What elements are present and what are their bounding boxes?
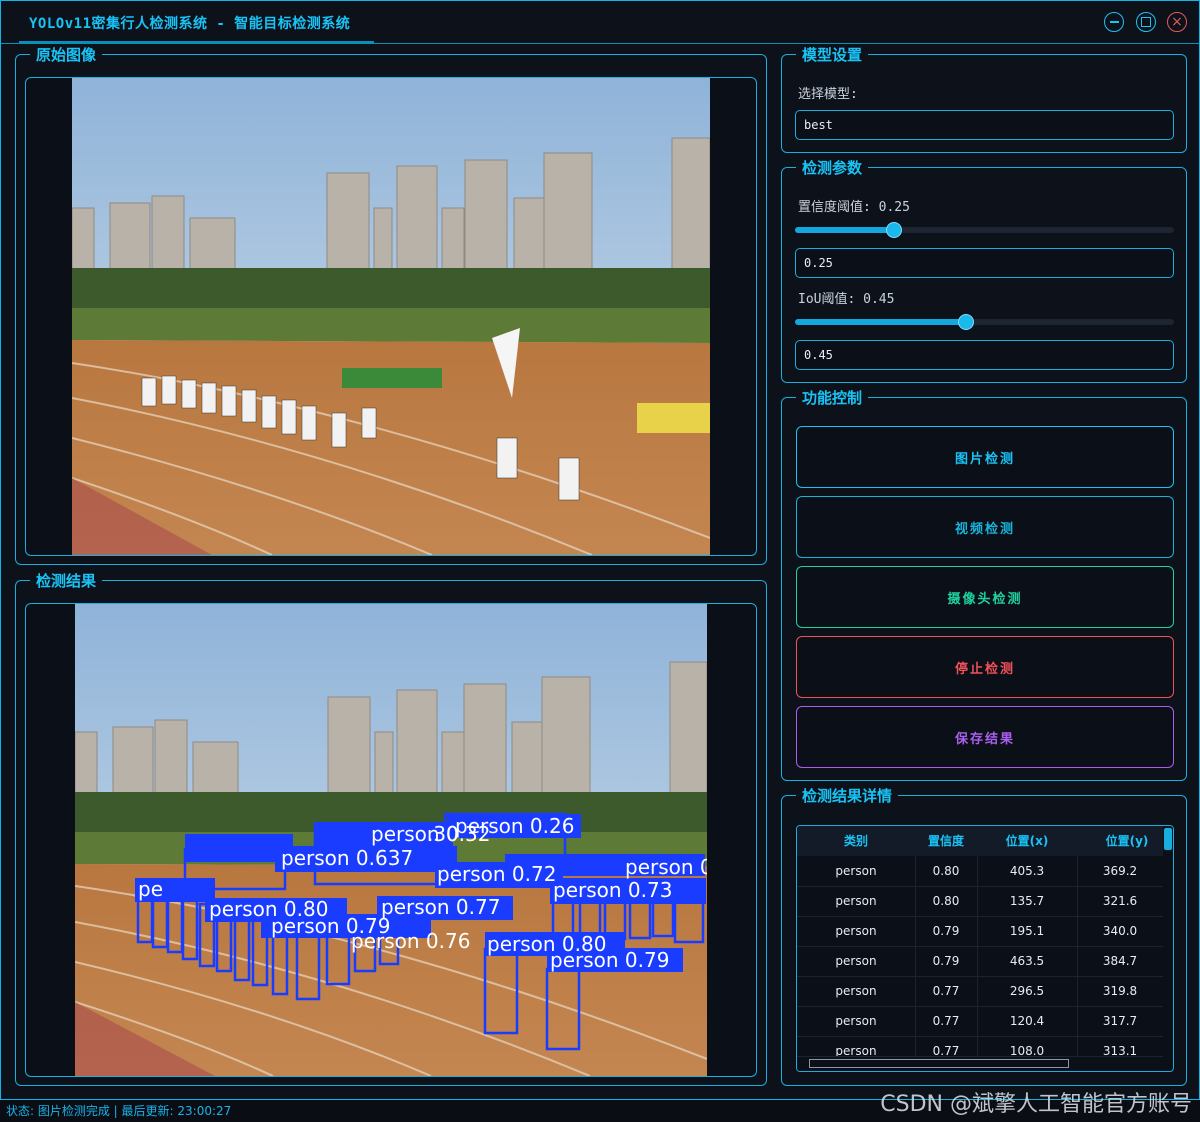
iou-slider-fill	[795, 319, 966, 325]
horizontal-scroll-thumb[interactable]	[809, 1059, 1069, 1068]
cell-pos-x: 296.5	[1009, 984, 1045, 998]
annotated-stadium-photo: person 0.26 person 0.32 .30 person 0.637…	[75, 604, 707, 1076]
cell-confidence: 0.80	[932, 894, 960, 908]
vertical-scroll-thumb[interactable]	[1164, 828, 1172, 850]
detection-result-title: 检测结果	[30, 570, 103, 591]
col-confidence[interactable]: 置信度	[915, 826, 977, 856]
det-label-13: pe	[138, 877, 163, 901]
original-image-frame	[25, 77, 757, 556]
iou-slider-handle[interactable]	[958, 314, 974, 330]
vertical-scrollbar[interactable]	[1163, 826, 1173, 1056]
detection-params-title: 检测参数	[796, 157, 869, 178]
det-label-4: person 0.637	[281, 846, 413, 870]
close-icon: ×	[1171, 14, 1183, 30]
cell-pos-y: 317.7	[1102, 1014, 1138, 1028]
col-pos-y[interactable]: 位置(y)	[1077, 826, 1173, 856]
minimize-icon	[1109, 21, 1119, 23]
window-title: YOLOv11密集行人检测系统 - 智能目标检测系统	[29, 16, 351, 32]
original-image-title: 原始图像	[30, 44, 103, 65]
camera-detect-button[interactable]: 摄像头检测	[796, 566, 1174, 628]
title-bar: YOLOv11密集行人检测系统 - 智能目标检测系统 ×	[1, 1, 1199, 44]
cell-pos-x: 195.1	[1009, 924, 1045, 938]
title-underline	[19, 41, 374, 43]
table-row[interactable]: person 0.80 135.7 321.6	[797, 886, 1163, 917]
cell-pos-x: 120.4	[1009, 1014, 1045, 1028]
cell-confidence: 0.79	[932, 954, 960, 968]
video-detect-button[interactable]: 视频检测	[796, 496, 1174, 558]
cell-class: person	[835, 954, 877, 968]
cell-class: person	[835, 924, 877, 938]
cell-confidence: 0.77	[932, 1014, 960, 1028]
cell-pos-x: 135.7	[1009, 894, 1045, 908]
result-details-title: 检测结果详情	[796, 785, 899, 806]
original-photo	[72, 78, 710, 555]
det-label-6: person 0.73	[553, 878, 672, 902]
cell-pos-y: 319.8	[1102, 984, 1138, 998]
cell-confidence: 0.79	[932, 924, 960, 938]
col-class[interactable]: 类别	[797, 826, 915, 856]
cell-class: person	[835, 1014, 877, 1028]
original-image-panel: 原始图像	[15, 44, 767, 565]
close-button[interactable]: ×	[1167, 12, 1187, 32]
det-label-5: person 0.72	[437, 862, 556, 886]
horizontal-scrollbar[interactable]	[797, 1056, 1163, 1071]
cell-class: person	[835, 894, 877, 908]
cell-confidence: 0.77	[932, 984, 960, 998]
cell-pos-x: 463.5	[1009, 954, 1045, 968]
function-controls-title: 功能控制	[796, 387, 869, 408]
det-label-9: person 0.77	[381, 895, 500, 919]
conf-slider[interactable]	[795, 222, 1174, 238]
iou-slider[interactable]	[795, 314, 1174, 330]
stadium-photo	[72, 78, 710, 555]
conf-slider-handle[interactable]	[886, 222, 902, 238]
watermark: CSDN @斌擎人工智能官方账号	[880, 1092, 1192, 1117]
table-row[interactable]: person 0.79 463.5 384.7	[797, 946, 1163, 977]
cell-pos-y: 369.2	[1102, 864, 1138, 878]
table-row[interactable]: person 0.77 120.4 317.7	[797, 1006, 1163, 1037]
save-results-button[interactable]: 保存结果	[796, 706, 1174, 768]
conf-slider-fill	[795, 227, 894, 233]
table-row[interactable]: person 0.79 195.1 340.0	[797, 916, 1163, 947]
cell-class: person	[835, 864, 877, 878]
det-label-12: person 0.79	[550, 948, 669, 972]
app-window: YOLOv11密集行人检测系统 - 智能目标检测系统 × 原始图像 检测结果 p…	[0, 0, 1200, 1100]
maximize-icon	[1141, 17, 1151, 27]
iou-value-input[interactable]: 0.45	[795, 340, 1174, 370]
conf-threshold-label: 置信度阈值: 0.25	[798, 200, 910, 215]
cell-confidence: 0.80	[932, 864, 960, 878]
cell-class: person	[835, 984, 877, 998]
result-image-frame: person 0.26 person 0.32 .30 person 0.637…	[25, 603, 757, 1077]
cell-pos-y: 340.0	[1102, 924, 1138, 938]
cell-pos-y: 384.7	[1102, 954, 1138, 968]
maximize-button[interactable]	[1136, 12, 1156, 32]
result-table: 类别 置信度 位置(x) 位置(y) person 0.80 405.3 369.2 p…	[796, 825, 1174, 1072]
model-select-label: 选择模型:	[798, 87, 858, 102]
cell-pos-y: 321.6	[1102, 894, 1138, 908]
conf-value-input[interactable]: 0.25	[795, 248, 1174, 278]
col-pos-x[interactable]: 位置(x)	[977, 826, 1077, 856]
iou-threshold-label: IoU阈值: 0.45	[798, 292, 895, 307]
model-settings-title: 模型设置	[796, 44, 869, 65]
cell-pos-x: 405.3	[1009, 864, 1045, 878]
det-label-10: person 0.76	[351, 929, 470, 953]
image-detect-button[interactable]: 图片检测	[796, 426, 1174, 488]
table-header: 类别 置信度 位置(x) 位置(y)	[797, 826, 1163, 856]
det-label-14: person 0.57	[625, 855, 707, 879]
table-row[interactable]: person 0.77 296.5 319.8	[797, 976, 1163, 1007]
minimize-button[interactable]	[1104, 12, 1124, 32]
model-select[interactable]: best	[795, 110, 1174, 140]
stop-detect-button[interactable]: 停止检测	[796, 636, 1174, 698]
table-row[interactable]: person 0.80 405.3 369.2	[797, 856, 1163, 887]
result-photo: person 0.26 person 0.32 .30 person 0.637…	[75, 604, 707, 1076]
detection-result-panel: 检测结果 person 0.26 person 0.32 .30 person …	[15, 570, 767, 1086]
det-label-3: .30	[427, 822, 459, 846]
